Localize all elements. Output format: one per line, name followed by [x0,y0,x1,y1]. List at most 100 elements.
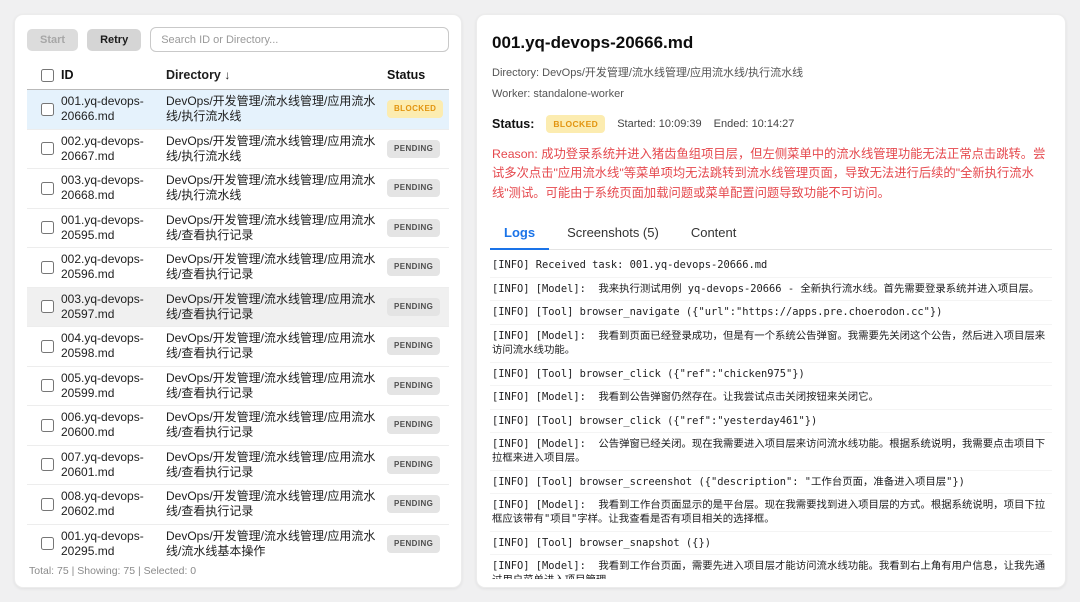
task-id: 003.yq-devops-20668.md [61,173,166,203]
table-header: ID Directory ↓ Status [27,63,449,90]
task-directory: DevOps/开发管理/流水线管理/应用流水线/查看执行记录 [166,410,387,440]
task-id: 008.yq-devops-20602.md [61,489,166,519]
tab-screenshots-5[interactable]: Screenshots (5) [553,218,673,249]
task-id: 001.yq-devops-20295.md [61,529,166,558]
log-line: [INFO] [Model]: 我来执行测试用例 yq-devops-20666… [490,278,1052,302]
table-row[interactable]: 003.yq-devops-20597.mdDevOps/开发管理/流水线管理/… [27,288,449,328]
row-checkbox[interactable] [41,340,54,353]
log-list: [INFO] Received task: 001.yq-devops-2066… [490,254,1052,579]
column-header-directory[interactable]: Directory ↓ [166,68,387,82]
status-badge: PENDING [387,258,440,276]
status-badge: PENDING [387,219,440,237]
status-badge: PENDING [387,495,440,513]
row-checkbox[interactable] [41,498,54,511]
task-id: 003.yq-devops-20597.md [61,292,166,322]
retry-button[interactable]: Retry [87,29,141,51]
status-badge: PENDING [387,140,440,158]
row-checkbox[interactable] [41,537,54,550]
row-checkbox[interactable] [41,458,54,471]
table-row[interactable]: 003.yq-devops-20668.mdDevOps/开发管理/流水线管理/… [27,169,449,209]
row-checkbox[interactable] [41,300,54,313]
task-id: 004.yq-devops-20598.md [61,331,166,361]
log-line: [INFO] [Model]: 我看到工作台页面显示的是平台层。现在我需要找到进… [490,494,1052,532]
status-badge: PENDING [387,416,440,434]
column-header-directory-label: Directory [166,68,221,82]
detail-worker-line: Worker: standalone-worker [492,86,1050,103]
task-directory: DevOps/开发管理/流水线管理/应用流水线/执行流水线 [166,173,387,203]
detail-directory-line: Directory: DevOps/开发管理/流水线管理/应用流水线/执行流水线 [492,65,1050,82]
status-badge: PENDING [387,377,440,395]
task-id: 001.yq-devops-20666.md [61,94,166,124]
column-header-id[interactable]: ID [61,68,166,82]
table-row[interactable]: 001.yq-devops-20666.mdDevOps/开发管理/流水线管理/… [27,90,449,130]
table-row[interactable]: 005.yq-devops-20599.mdDevOps/开发管理/流水线管理/… [27,367,449,407]
table-row[interactable]: 006.yq-devops-20600.mdDevOps/开发管理/流水线管理/… [27,406,449,446]
status-badge: BLOCKED [546,115,605,133]
log-line: [INFO] [Tool] browser_navigate ({"url":"… [490,301,1052,325]
row-checkbox[interactable] [41,379,54,392]
task-directory: DevOps/开发管理/流水线管理/应用流水线/执行流水线 [166,134,387,164]
row-checkbox[interactable] [41,419,54,432]
page-title: 001.yq-devops-20666.md [492,33,1050,53]
select-all-checkbox[interactable] [41,69,54,82]
status-badge: PENDING [387,456,440,474]
task-directory: DevOps/开发管理/流水线管理/应用流水线/查看执行记录 [166,331,387,361]
table-row[interactable]: 007.yq-devops-20601.mdDevOps/开发管理/流水线管理/… [27,446,449,486]
ended-time: Ended: 10:14:27 [714,118,795,130]
task-id: 002.yq-devops-20596.md [61,252,166,282]
row-checkbox[interactable] [41,182,54,195]
started-time: Started: 10:09:39 [617,118,701,130]
tab-logs[interactable]: Logs [490,218,549,250]
status-badge: PENDING [387,337,440,355]
tab-content[interactable]: Content [677,218,751,249]
search-input[interactable] [150,27,449,52]
task-detail-panel: 001.yq-devops-20666.md Directory: DevOps… [476,14,1066,588]
task-directory: DevOps/开发管理/流水线管理/应用流水线/查看执行记录 [166,292,387,322]
status-label: Status: [492,117,534,131]
table-footer-summary: Total: 75 | Showing: 75 | Selected: 0 [27,558,449,579]
table-row[interactable]: 002.yq-devops-20667.mdDevOps/开发管理/流水线管理/… [27,130,449,170]
task-id: 001.yq-devops-20595.md [61,213,166,243]
task-directory: DevOps/开发管理/流水线管理/应用流水线/查看执行记录 [166,213,387,243]
status-row: Status: BLOCKED Started: 10:09:39 Ended:… [492,115,1050,133]
table-row[interactable]: 008.yq-devops-20602.mdDevOps/开发管理/流水线管理/… [27,485,449,525]
log-line: [INFO] [Tool] browser_click ({"ref":"chi… [490,363,1052,387]
task-id: 002.yq-devops-20667.md [61,134,166,164]
task-directory: DevOps/开发管理/流水线管理/应用流水线/查看执行记录 [166,252,387,282]
row-checkbox[interactable] [41,261,54,274]
started-value: 10:09:39 [659,118,702,130]
log-line: [INFO] [Model]: 我看到工作台页面，需要先进入项目层才能访问流水线… [490,555,1052,579]
row-checkbox[interactable] [41,221,54,234]
ended-label: Ended: [714,118,749,130]
task-id: 007.yq-devops-20601.md [61,450,166,480]
row-checkbox[interactable] [41,103,54,116]
log-line: [INFO] [Tool] browser_snapshot ({}) [490,532,1052,556]
log-line: [INFO] [Model]: 我看到页面已经登录成功，但是有一个系统公告弹窗。… [490,325,1052,363]
table-row[interactable]: 004.yq-devops-20598.mdDevOps/开发管理/流水线管理/… [27,327,449,367]
status-badge: PENDING [387,298,440,316]
log-line: [INFO] [Model]: 公告弹窗已经关闭。现在我需要进入项目层来访问流水… [490,433,1052,471]
status-badge: BLOCKED [387,100,443,118]
row-checkbox[interactable] [41,142,54,155]
table-row[interactable]: 001.yq-devops-20595.mdDevOps/开发管理/流水线管理/… [27,209,449,249]
directory-value: DevOps/开发管理/流水线管理/应用流水线/执行流水线 [542,67,803,79]
status-badge: PENDING [387,535,440,553]
ended-value: 10:14:27 [752,118,795,130]
task-id: 005.yq-devops-20599.md [61,371,166,401]
log-line: [INFO] [Tool] browser_click ({"ref":"yes… [490,410,1052,434]
start-button[interactable]: Start [27,29,78,51]
table-row[interactable]: 002.yq-devops-20596.mdDevOps/开发管理/流水线管理/… [27,248,449,288]
toolbar: Start Retry [27,27,449,52]
log-line: [INFO] [Tool] browser_screenshot ({"desc… [490,471,1052,495]
log-line: [INFO] Received task: 001.yq-devops-2066… [490,254,1052,278]
worker-label: Worker: [492,88,530,100]
sort-desc-icon: ↓ [224,68,230,82]
tab-bar: LogsScreenshots (5)Content [490,218,1052,250]
directory-label: Directory: [492,67,539,79]
task-list: 001.yq-devops-20666.mdDevOps/开发管理/流水线管理/… [27,90,449,558]
status-badge: PENDING [387,179,440,197]
blocked-reason-text: Reason: 成功登录系统并进入猪齿鱼组项目层，但左侧菜单中的流水线管理功能无… [492,145,1050,203]
table-row[interactable]: 001.yq-devops-20295.mdDevOps/开发管理/流水线管理/… [27,525,449,559]
started-label: Started: [617,118,656,130]
task-list-panel: Start Retry ID Directory ↓ Status 001.yq… [14,14,462,588]
